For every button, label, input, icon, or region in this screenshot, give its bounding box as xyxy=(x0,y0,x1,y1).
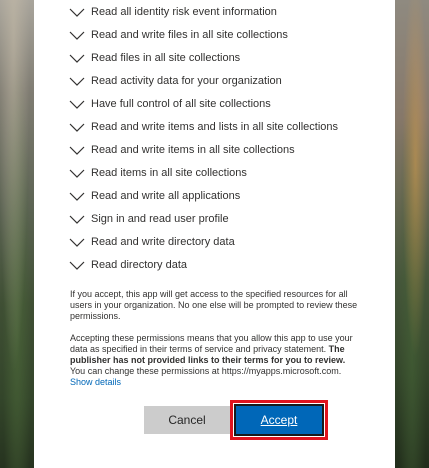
background-right xyxy=(395,0,429,468)
accept-button[interactable]: Accept xyxy=(234,404,324,436)
chevron-down-icon[interactable] xyxy=(68,6,86,18)
chevron-down-icon[interactable] xyxy=(68,190,86,202)
permission-item[interactable]: Read all identity risk event information xyxy=(68,2,358,22)
show-details-link[interactable]: Show details xyxy=(70,377,121,387)
permission-label: Read directory data xyxy=(91,259,187,271)
permission-label: Read items in all site collections xyxy=(91,167,247,179)
permission-item[interactable]: Read items in all site collections xyxy=(68,163,358,183)
permission-label: Read and write items and lists in all si… xyxy=(91,121,339,133)
cancel-button[interactable]: Cancel xyxy=(144,406,230,434)
consent-dialog: Read all identity risk event information… xyxy=(34,0,395,468)
permission-label: Read all identity risk event information xyxy=(91,6,277,18)
background-left xyxy=(0,0,34,468)
chevron-down-icon[interactable] xyxy=(68,52,86,64)
permission-label: Read and write items in all site collect… xyxy=(91,144,295,156)
chevron-down-icon[interactable] xyxy=(68,121,86,133)
permission-item[interactable]: Sign in and read user profile xyxy=(68,209,358,229)
permission-label: Sign in and read user profile xyxy=(91,213,229,225)
permission-item[interactable]: Read activity data for your organization xyxy=(68,71,358,91)
terms-text-2: You can change these permissions at http… xyxy=(70,366,342,376)
permission-item[interactable]: Read and write all applications xyxy=(68,186,358,206)
permission-item[interactable]: Read directory data xyxy=(68,255,358,275)
chevron-down-icon[interactable] xyxy=(68,259,86,271)
chevron-down-icon[interactable] xyxy=(68,29,86,41)
permission-item[interactable]: Read and write items and lists in all si… xyxy=(68,117,358,137)
permission-item[interactable]: Read and write files in all site collect… xyxy=(68,25,358,45)
permission-item[interactable]: Have full control of all site collection… xyxy=(68,94,358,114)
terms-text-1: Accepting these permissions means that y… xyxy=(70,333,353,354)
permission-item[interactable]: Read files in all site collections xyxy=(68,48,358,68)
chevron-down-icon[interactable] xyxy=(68,236,86,248)
chevron-down-icon[interactable] xyxy=(68,213,86,225)
terms-statement: Accepting these permissions means that y… xyxy=(70,333,362,388)
permission-label: Read and write files in all site collect… xyxy=(91,29,288,41)
chevron-down-icon[interactable] xyxy=(68,167,86,179)
accept-notice: If you accept, this app will get access … xyxy=(70,289,358,321)
chevron-down-icon[interactable] xyxy=(68,144,86,156)
permission-label: Read and write all applications xyxy=(91,190,241,202)
permission-label: Have full control of all site collection… xyxy=(91,98,271,110)
permission-label: Read activity data for your organization xyxy=(91,75,282,87)
chevron-down-icon[interactable] xyxy=(68,98,86,110)
permission-item[interactable]: Read and write directory data xyxy=(68,232,358,252)
permission-label: Read and write directory data xyxy=(91,236,235,248)
permission-item[interactable]: Read and write items in all site collect… xyxy=(68,140,358,160)
permission-label: Read files in all site collections xyxy=(91,52,241,64)
chevron-down-icon[interactable] xyxy=(68,75,86,87)
